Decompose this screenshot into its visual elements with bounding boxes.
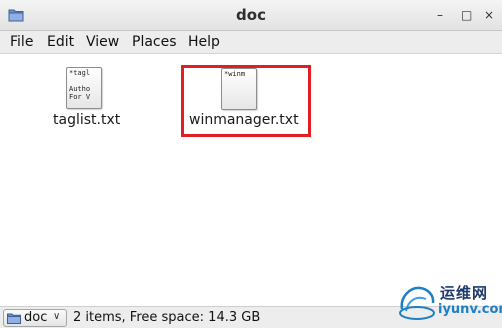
status-text: 2 items, Free space: 14.3 GB bbox=[73, 310, 261, 325]
menu-places[interactable]: Places bbox=[132, 34, 177, 50]
menu-view[interactable]: View bbox=[86, 34, 119, 50]
menu-help[interactable]: Help bbox=[188, 34, 220, 50]
file-view[interactable]: *tagl Autho For V taglist.txt *winm winm… bbox=[1, 54, 500, 306]
window-title: doc bbox=[236, 6, 266, 24]
close-button[interactable]: × bbox=[484, 8, 494, 22]
menu-bar: File Edit View Places Help bbox=[0, 31, 502, 54]
folder-icon bbox=[7, 313, 21, 324]
location-label: doc bbox=[24, 310, 48, 325]
menu-edit[interactable]: Edit bbox=[47, 34, 74, 50]
maximize-button[interactable]: □ bbox=[461, 8, 472, 22]
chevron-down-icon: ∨ bbox=[53, 311, 61, 322]
watermark-text: 运维网 bbox=[440, 284, 489, 302]
minimize-button[interactable]: – bbox=[437, 8, 443, 22]
menu-file[interactable]: File bbox=[10, 34, 33, 50]
file-name: taglist.txt bbox=[53, 112, 121, 128]
highlight-box bbox=[181, 65, 311, 137]
watermark-url: iyunv.com bbox=[438, 302, 502, 317]
text-file-icon: *tagl Autho For V bbox=[66, 67, 102, 109]
file-preview: *tagl Autho For V bbox=[69, 69, 91, 101]
title-bar[interactable]: doc – □ × bbox=[0, 0, 502, 31]
location-dropdown[interactable]: doc ∨ bbox=[3, 309, 67, 327]
watermark-logo bbox=[399, 286, 435, 320]
